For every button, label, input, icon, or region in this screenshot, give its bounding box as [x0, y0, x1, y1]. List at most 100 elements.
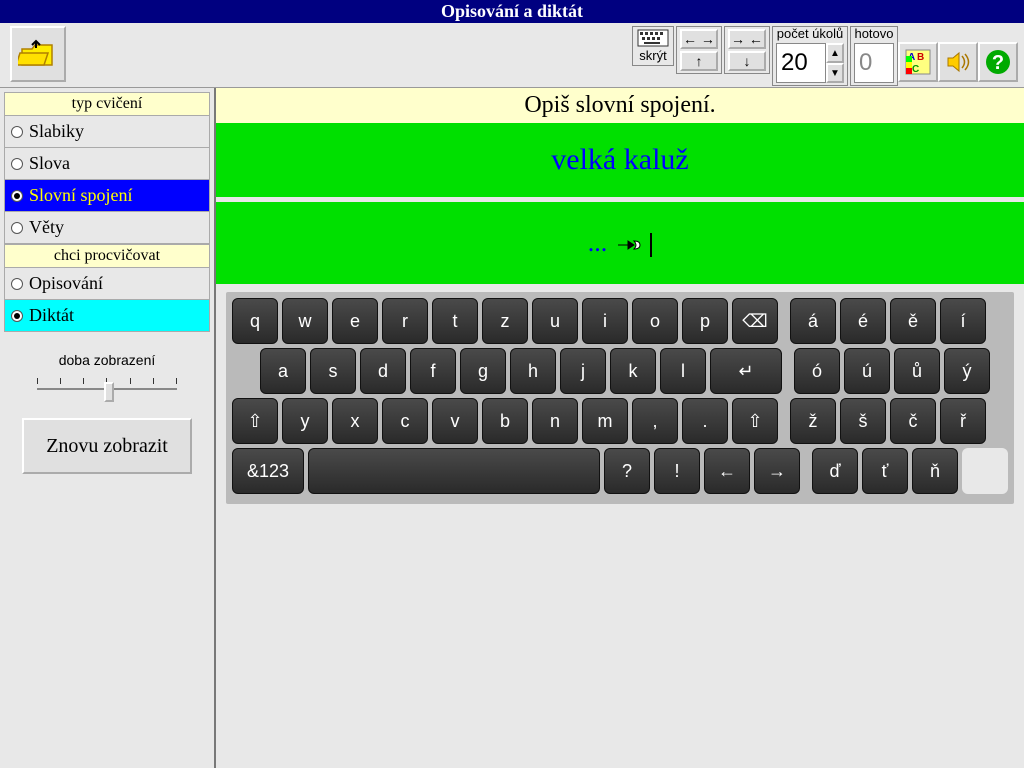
input-area[interactable]: ...	[216, 202, 1024, 284]
key-q[interactable]: q	[232, 298, 278, 344]
task-count-down-button[interactable]: ▼	[826, 63, 844, 83]
key-backspace[interactable]: ⌫	[732, 298, 778, 344]
key-h[interactable]: h	[510, 348, 556, 394]
help-button[interactable]: ?	[978, 42, 1018, 82]
hide-keyboard-group: skrýt	[632, 26, 674, 66]
key-j[interactable]: j	[560, 348, 606, 394]
radio-icon	[11, 158, 23, 170]
key-,[interactable]: ,	[632, 398, 678, 444]
radio-label: Slova	[29, 153, 70, 174]
key-m[interactable]: m	[582, 398, 628, 444]
key-.[interactable]: .	[682, 398, 728, 444]
radio-option[interactable]: Slabiky	[4, 116, 210, 148]
radio-icon	[11, 278, 23, 290]
key-ó[interactable]: ó	[794, 348, 840, 394]
key-ú[interactable]: ú	[844, 348, 890, 394]
key-u[interactable]: u	[532, 298, 578, 344]
tasks-label: počet úkolů	[777, 27, 844, 43]
radio-icon	[11, 190, 23, 202]
key-y[interactable]: y	[282, 398, 328, 444]
task-count-input[interactable]	[776, 43, 826, 83]
radio-option[interactable]: Slova	[4, 148, 210, 180]
key-d[interactable]: d	[360, 348, 406, 394]
radio-option[interactable]: Diktát	[4, 300, 210, 332]
radio-label: Opisování	[29, 273, 103, 294]
key-p[interactable]: p	[682, 298, 728, 344]
done-count-display	[854, 43, 894, 83]
key-?[interactable]: ?	[604, 448, 650, 494]
key-v[interactable]: v	[432, 398, 478, 444]
radio-option[interactable]: Slovní spojení	[4, 180, 210, 212]
key-x[interactable]: x	[332, 398, 378, 444]
on-screen-keyboard: qwertzuiop⌫áéěí asdfghjkl↵óúůý ⇧yxcvbnm,…	[226, 292, 1014, 504]
arrows-in-vertical-button[interactable]: ↑	[680, 51, 718, 71]
key-í[interactable]: í	[940, 298, 986, 344]
sound-button[interactable]	[938, 42, 978, 82]
radio-option[interactable]: Věty	[4, 212, 210, 244]
key-s[interactable]: s	[310, 348, 356, 394]
key-f[interactable]: f	[410, 348, 456, 394]
key-![interactable]: !	[654, 448, 700, 494]
color-settings-button[interactable]: A B C	[898, 42, 938, 82]
key-k[interactable]: k	[610, 348, 656, 394]
key-g[interactable]: g	[460, 348, 506, 394]
move-controls-2: → ← ↓	[724, 26, 770, 74]
input-placeholder: ...	[588, 228, 608, 257]
replay-button[interactable]: Znovu zobrazit	[22, 418, 192, 474]
key-é[interactable]: é	[840, 298, 886, 344]
display-time-label: doba zobrazení	[4, 352, 210, 368]
key-shift-right[interactable]: ⇧	[732, 398, 778, 444]
key-z[interactable]: z	[482, 298, 528, 344]
key-a[interactable]: a	[260, 348, 306, 394]
svg-text:B: B	[917, 52, 924, 63]
key-š[interactable]: š	[840, 398, 886, 444]
open-folder-button[interactable]	[10, 26, 66, 82]
key-numeric[interactable]: &123	[232, 448, 304, 494]
key-ň[interactable]: ň	[912, 448, 958, 494]
display-time-slider[interactable]	[32, 370, 182, 400]
key-ý[interactable]: ý	[944, 348, 990, 394]
key-ž[interactable]: ž	[790, 398, 836, 444]
task-count-group: počet úkolů ▲ ▼	[772, 26, 848, 86]
key-c[interactable]: c	[382, 398, 428, 444]
sidebar: typ cvičení SlabikySlovaSlovní spojeníVě…	[0, 88, 214, 768]
key-b[interactable]: b	[482, 398, 528, 444]
key-ě[interactable]: ě	[890, 298, 936, 344]
key-arrow-right[interactable]: →	[754, 448, 800, 494]
abc-color-icon: A B C	[904, 48, 932, 76]
key-w[interactable]: w	[282, 298, 328, 344]
help-icon: ?	[984, 48, 1012, 76]
key-ť[interactable]: ť	[862, 448, 908, 494]
speaker-icon	[944, 48, 972, 76]
radio-label: Slabiky	[29, 121, 84, 142]
key-e[interactable]: e	[332, 298, 378, 344]
key-ů[interactable]: ů	[894, 348, 940, 394]
key-t[interactable]: t	[432, 298, 478, 344]
radio-label: Diktát	[29, 305, 74, 326]
pointing-hand-icon	[616, 235, 644, 255]
arrows-in-horizontal-button[interactable]: ← →	[680, 29, 718, 49]
arrows-out-horizontal-button[interactable]: → ←	[728, 29, 766, 49]
arrows-out-vertical-button[interactable]: ↓	[728, 51, 766, 71]
title-bar: Opisování a diktát	[0, 0, 1024, 23]
radio-option[interactable]: Opisování	[4, 268, 210, 300]
key-á[interactable]: á	[790, 298, 836, 344]
key-i[interactable]: i	[582, 298, 628, 344]
key-n[interactable]: n	[532, 398, 578, 444]
key-space[interactable]	[308, 448, 600, 494]
main-area: Opiš slovní spojení. velká kaluž ... qwe…	[214, 88, 1024, 768]
keyboard-icon	[637, 29, 669, 49]
key-r[interactable]: r	[382, 298, 428, 344]
task-count-up-button[interactable]: ▲	[826, 43, 844, 63]
key-enter[interactable]: ↵	[710, 348, 782, 394]
radio-icon	[11, 126, 23, 138]
hide-label[interactable]: skrýt	[639, 49, 666, 65]
key-o[interactable]: o	[632, 298, 678, 344]
key-ř[interactable]: ř	[940, 398, 986, 444]
key-ď[interactable]: ď	[812, 448, 858, 494]
key-arrow-left[interactable]: ←	[704, 448, 750, 494]
key-č[interactable]: č	[890, 398, 936, 444]
key-shift-left[interactable]: ⇧	[232, 398, 278, 444]
model-text: velká kaluž	[216, 123, 1024, 197]
key-l[interactable]: l	[660, 348, 706, 394]
